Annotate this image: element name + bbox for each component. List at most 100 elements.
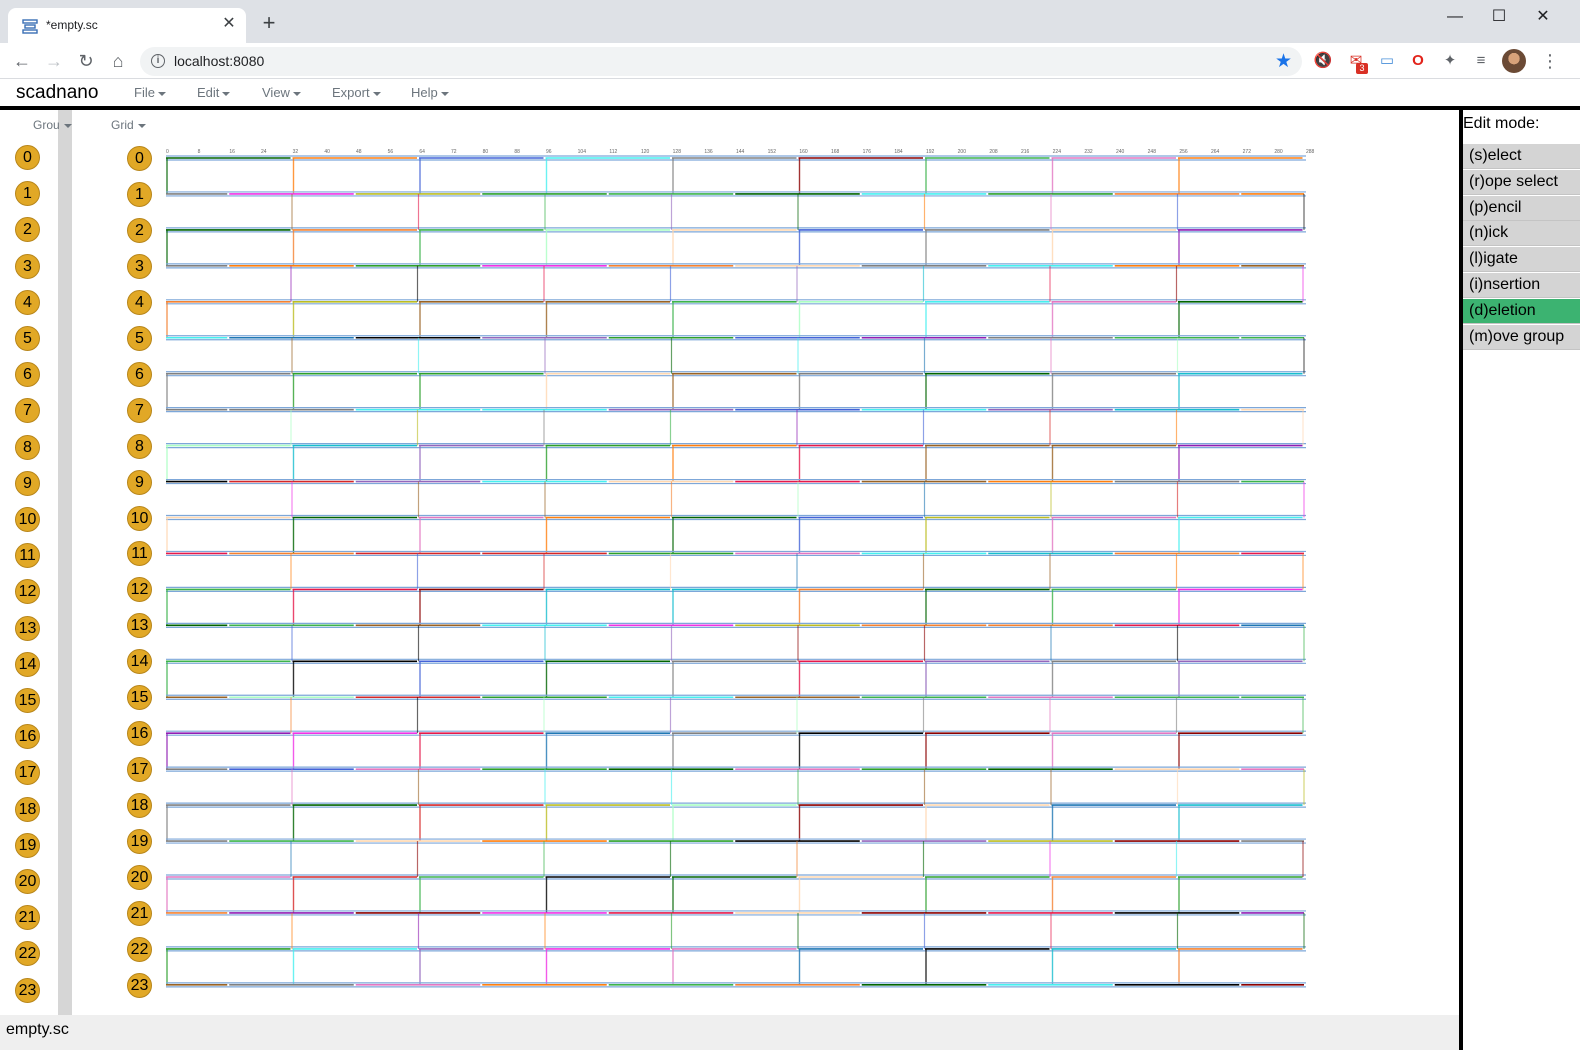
mode-button-6[interactable]: (d)eletion xyxy=(1463,298,1580,324)
extensions-puzzle-icon[interactable]: ✦ xyxy=(1440,51,1460,71)
side-helix-20[interactable]: 20 xyxy=(15,869,40,894)
ruler-tick-label: 280 xyxy=(1274,149,1283,155)
ruler-tick-label: 256 xyxy=(1179,149,1188,155)
forward-arrow-icon[interactable]: → xyxy=(42,49,66,73)
menu-export[interactable]: Export xyxy=(332,85,381,100)
ruler-tick-label: 240 xyxy=(1116,149,1125,155)
edit-mode-panel: Edit mode: (s)elect (r)ope select (p)encil… xyxy=(1463,110,1580,1050)
ruler-tick-label: 24 xyxy=(261,149,267,155)
ruler-tick-label: 72 xyxy=(451,149,457,155)
mode-button-3[interactable]: (n)ick xyxy=(1463,221,1580,247)
side-helix-3[interactable]: 3 xyxy=(15,253,40,279)
group-dropdown[interactable]: Grou xyxy=(33,118,72,132)
ruler-tick-label: 144 xyxy=(736,149,745,155)
chevron-down-icon xyxy=(137,123,146,128)
edit-mode-label: Edit mode: xyxy=(1463,115,1540,132)
chevron-down-icon xyxy=(222,91,231,96)
address-bar[interactable]: i localhost:8080 ★ xyxy=(140,47,1302,76)
menu-view[interactable]: View xyxy=(262,85,301,100)
muted-speaker-icon[interactable]: 🔇 xyxy=(1313,51,1333,71)
side-helix-8[interactable]: 8 xyxy=(15,434,40,460)
footer-filename: empty.sc xyxy=(6,1021,69,1038)
side-helix-14[interactable]: 14 xyxy=(15,651,40,677)
side-view-splitter[interactable] xyxy=(58,110,72,1015)
menu-file-label: File xyxy=(134,85,155,100)
ruler-tick-label: 248 xyxy=(1148,149,1157,155)
menu-file[interactable]: File xyxy=(134,85,166,100)
mode-button-5[interactable]: (i)nsertion xyxy=(1463,273,1580,298)
mode-button-2[interactable]: (p)encil xyxy=(1463,195,1580,221)
mode-button-1[interactable]: (r)ope select xyxy=(1463,169,1580,195)
ruler-tick-label: 224 xyxy=(1053,149,1062,155)
side-helix-19[interactable]: 19 xyxy=(15,832,40,858)
media-queue-icon[interactable]: ≡ xyxy=(1471,51,1491,71)
side-helix-15[interactable]: 15 xyxy=(15,688,40,713)
group-dropdown-label: Grou xyxy=(33,118,60,132)
side-helix-0[interactable]: 0 xyxy=(15,145,40,170)
mode-button-0[interactable]: (s)elect xyxy=(1463,144,1580,169)
grid-dropdown-label: Grid xyxy=(111,118,134,132)
side-helix-23[interactable]: 23 xyxy=(15,977,40,1003)
menu-divider xyxy=(0,106,1580,110)
chat-extension-icon[interactable]: ▭ xyxy=(1377,51,1397,71)
profile-avatar[interactable] xyxy=(1502,49,1526,73)
ruler-tick-label: 272 xyxy=(1243,149,1252,155)
opera-extension-icon[interactable]: O xyxy=(1408,51,1428,71)
ruler-tick-label: 168 xyxy=(831,149,840,155)
side-helix-13[interactable]: 13 xyxy=(15,615,40,641)
side-helix-5[interactable]: 5 xyxy=(15,326,40,351)
ruler-tick-label: 8 xyxy=(198,149,201,155)
browser-toolbar: ← → ↻ ⌂ i localhost:8080 ★ 🔇 ✉ 3 ▭ O ✦ ≡… xyxy=(0,43,1580,79)
ruler-tick-label: 136 xyxy=(704,149,713,155)
grid-dropdown[interactable]: Grid xyxy=(111,118,146,132)
ruler-tick-label: 128 xyxy=(673,149,682,155)
back-arrow-icon[interactable]: ← xyxy=(10,49,34,73)
ruler-tick-label: 216 xyxy=(1021,149,1030,155)
site-info-icon[interactable]: i xyxy=(151,54,165,68)
app-menu-bar: scadnano File Edit View Export Help xyxy=(0,80,1580,107)
ruler-tick-label: 16 xyxy=(229,149,235,155)
mode-button-4[interactable]: (l)igate xyxy=(1463,247,1580,273)
menu-view-label: View xyxy=(262,85,290,100)
ruler-tick-label: 96 xyxy=(546,149,552,155)
browser-tab-strip: *empty.sc ✕ + — ☐ ✕ xyxy=(0,0,1580,43)
side-helix-9[interactable]: 9 xyxy=(15,470,40,496)
browser-tab[interactable]: *empty.sc ✕ xyxy=(8,8,246,43)
menu-edit[interactable]: Edit xyxy=(197,85,231,100)
chevron-down-icon xyxy=(372,91,381,96)
side-helix-4[interactable]: 4 xyxy=(15,289,40,315)
ruler-tick-label: 40 xyxy=(324,149,330,155)
ruler-tick-label: 48 xyxy=(356,149,362,155)
home-icon[interactable]: ⌂ xyxy=(106,49,130,73)
ruler-tick-label: 80 xyxy=(483,149,489,155)
status-footer: empty.sc xyxy=(0,1015,1459,1050)
design-canvas[interactable]: 0 8 16 24 32 40 48 56 64 72 80 88 96 104 112 120 128 136 1… xyxy=(120,140,1320,1000)
menu-help[interactable]: Help xyxy=(411,85,449,100)
menu-export-label: Export xyxy=(332,85,370,100)
minimize-icon[interactable]: — xyxy=(1432,2,1478,32)
ruler-tick-label: 88 xyxy=(514,149,520,155)
ruler-tick-label: 120 xyxy=(641,149,650,155)
mode-button-7[interactable]: (m)ove group xyxy=(1463,324,1580,350)
ruler-tick-label: 56 xyxy=(388,149,394,155)
close-window-icon[interactable]: ✕ xyxy=(1520,2,1566,32)
url-text: localhost:8080 xyxy=(174,53,265,69)
ruler-tick-label: 264 xyxy=(1211,149,1220,155)
maximize-icon[interactable]: ☐ xyxy=(1476,2,1522,32)
tab-close-icon[interactable]: ✕ xyxy=(220,15,238,33)
scadnano-favicon-icon xyxy=(22,19,38,34)
chevron-down-icon xyxy=(63,123,72,128)
bookmark-star-icon[interactable]: ★ xyxy=(1275,50,1292,73)
ruler-tick-label: 288 xyxy=(1306,149,1315,155)
new-tab-button[interactable]: + xyxy=(258,12,280,34)
ruler-tick-label: 160 xyxy=(799,149,808,155)
ruler-tick-label: 232 xyxy=(1084,149,1093,155)
side-helix-10[interactable]: 10 xyxy=(15,507,40,532)
chevron-down-icon xyxy=(157,91,166,96)
reload-icon[interactable]: ↻ xyxy=(74,49,98,73)
app-title: scadnano xyxy=(16,82,99,103)
ruler-tick-label: 64 xyxy=(419,149,425,155)
chrome-menu-icon[interactable]: ⋮ xyxy=(1540,51,1560,71)
side-helix-18[interactable]: 18 xyxy=(15,796,40,822)
menu-help-label: Help xyxy=(411,85,438,100)
